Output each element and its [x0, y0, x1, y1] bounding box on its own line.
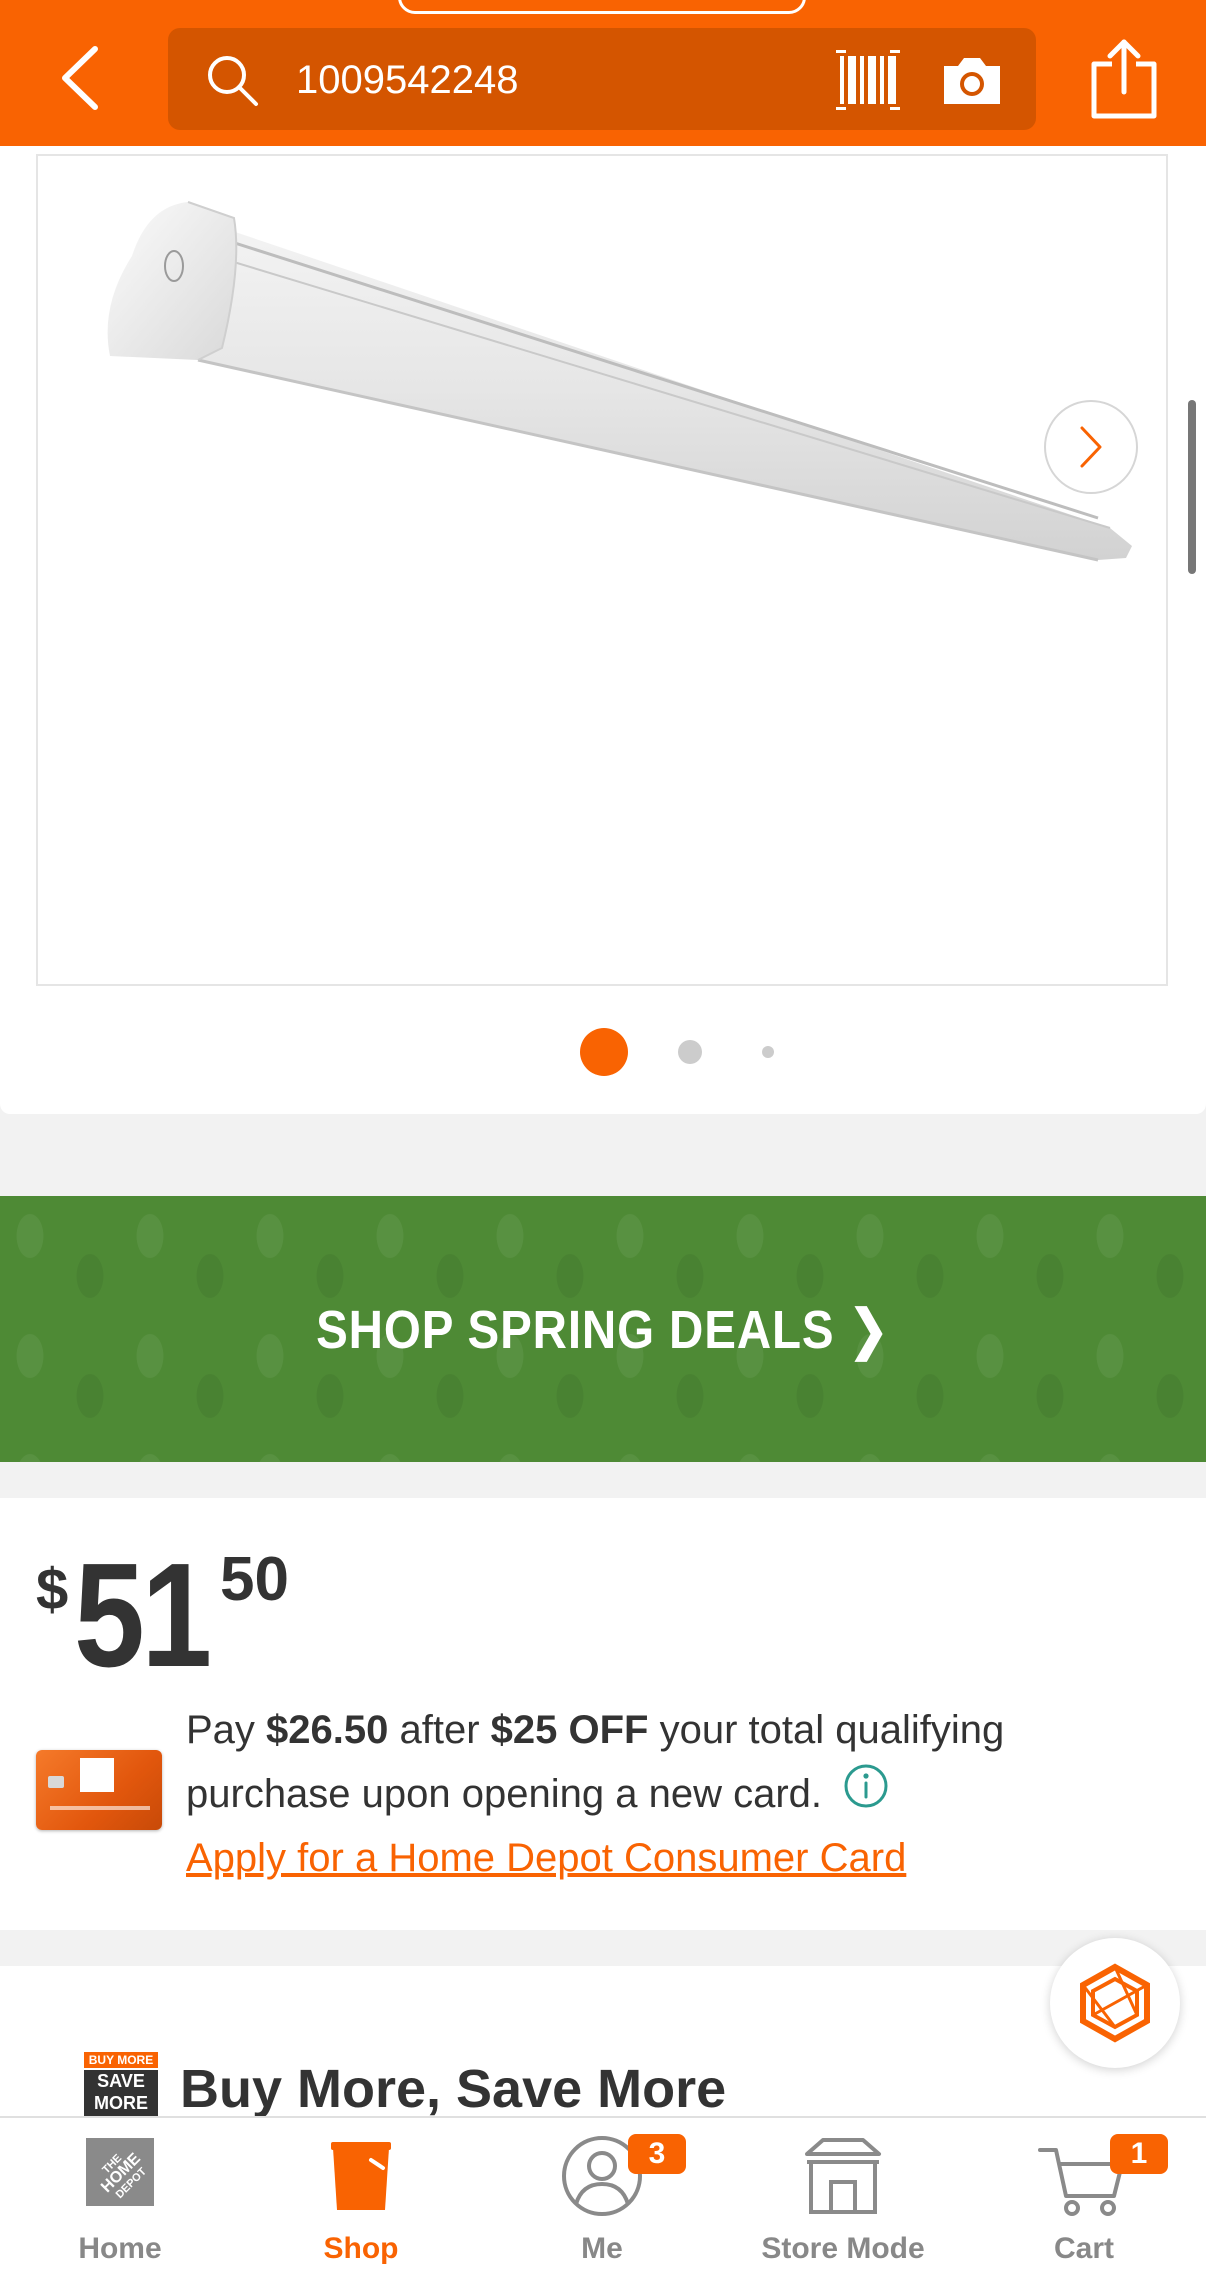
top-header	[0, 0, 1206, 146]
badge-top: BUY MORE	[84, 2052, 158, 2068]
nav-cart[interactable]: 1 Cart	[964, 2132, 1204, 2282]
nav-label-me: Me	[581, 2232, 623, 2265]
home-depot-logo-icon: THE HOME DEPOT	[86, 2138, 154, 2206]
badge-bottom-line-1: SAVE	[97, 2071, 145, 2091]
search-bar[interactable]	[168, 28, 1036, 130]
scroll-indicator	[1188, 400, 1196, 574]
offer-pay-amount: $26.50	[266, 1708, 389, 1752]
offer-pay-prefix: Pay	[186, 1708, 267, 1752]
card-number-stripe	[50, 1806, 150, 1810]
hexagon-icon	[1080, 1963, 1150, 2043]
search-icon	[208, 56, 258, 106]
store-icon	[805, 2138, 881, 2214]
badge-bottom-line-2: MORE	[94, 2093, 148, 2113]
chevron-left-icon	[62, 46, 98, 110]
nav-me[interactable]: 3 Me	[482, 2132, 722, 2282]
buy-more-badge: BUY MORE SAVE MORE	[84, 2052, 158, 2116]
shop-bucket-icon	[331, 2142, 391, 2210]
offer-after: after	[388, 1708, 491, 1752]
buy-more-section: BUY MORE SAVE MORE Buy More, Save More	[0, 1966, 1206, 2119]
spring-deals-banner[interactable]: SHOP SPRING DEALS ❯	[0, 1196, 1206, 1462]
next-image-button[interactable]	[1044, 400, 1138, 494]
promo-label: SHOP SPRING DEALS ❯	[316, 1299, 890, 1360]
pagination-dot[interactable]	[678, 1040, 702, 1064]
credit-card-image	[36, 1750, 162, 1830]
offer-line2: purchase upon opening a new card.	[186, 1772, 823, 1816]
barcode-icon[interactable]	[836, 50, 900, 110]
offer-line1-suffix: your total qualifying	[648, 1708, 1005, 1752]
info-icon[interactable]	[843, 1763, 889, 1809]
pagination-dot-active[interactable]	[580, 1028, 628, 1076]
bottom-navigation: THE HOME DEPOT Home Shop 3 Me Store Mode…	[0, 2116, 1206, 2288]
back-button[interactable]	[44, 30, 116, 126]
offer-discount: $25 OFF	[490, 1708, 649, 1752]
chevron-right-icon	[1080, 426, 1102, 468]
cart-badge: 1	[1110, 2134, 1168, 2174]
home-depot-logo-icon	[80, 1758, 114, 1792]
badge-bottom: SAVE MORE	[84, 2070, 158, 2116]
share-icon[interactable]	[1088, 38, 1160, 120]
pagination-dot[interactable]	[762, 1046, 774, 1058]
product-image[interactable]	[38, 156, 1168, 986]
offer-text-line-2: purchase upon opening a new card.	[186, 1764, 889, 1817]
product-image-frame[interactable]	[36, 154, 1168, 986]
price-whole: 51	[74, 1533, 212, 1698]
offer-text-line-1: Pay $26.50 after $25 OFF your total qual…	[186, 1708, 1004, 1753]
nav-label-shop: Shop	[323, 2232, 399, 2265]
header-notch	[398, 0, 806, 14]
buy-more-title: Buy More, Save More	[180, 2059, 727, 2119]
nav-label-cart: Cart	[1053, 2232, 1114, 2265]
nav-shop[interactable]: Shop	[241, 2132, 481, 2282]
nav-store-mode[interactable]: Store Mode	[723, 2132, 963, 2282]
card-chip	[48, 1776, 64, 1788]
price-currency: $	[36, 1557, 69, 1622]
nav-label-store-mode: Store Mode	[761, 2232, 925, 2265]
camera-icon[interactable]	[940, 52, 1004, 108]
apply-card-link[interactable]: Apply for a Home Depot Consumer Card	[186, 1836, 906, 1881]
image-pagination	[0, 1024, 1206, 1084]
assistant-button[interactable]	[1050, 1938, 1180, 2068]
price-section: $ 51 50 Pay $26.50 after $25 OFF your to…	[0, 1498, 1206, 1930]
product-gallery	[0, 146, 1206, 1114]
nav-label-home: Home	[78, 2232, 162, 2265]
nav-home[interactable]: THE HOME DEPOT Home	[0, 2132, 240, 2282]
card-offer: Pay $26.50 after $25 OFF your total qual…	[36, 1708, 1176, 1908]
me-badge: 3	[628, 2134, 686, 2174]
price-cents: 50	[220, 1545, 289, 1614]
